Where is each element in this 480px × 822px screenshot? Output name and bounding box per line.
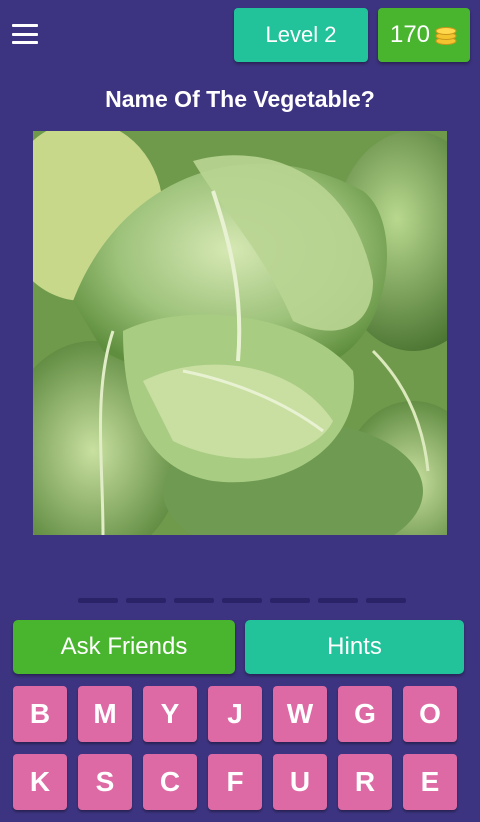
answer-slot[interactable] — [270, 598, 310, 603]
letter-key[interactable]: Y — [143, 686, 197, 742]
letter-key[interactable]: C — [143, 754, 197, 810]
letter-key[interactable]: K — [13, 754, 67, 810]
coin-stack-icon — [435, 27, 457, 45]
answer-slot[interactable] — [366, 598, 406, 603]
answer-slot[interactable] — [126, 598, 166, 603]
ask-friends-button[interactable]: Ask Friends — [13, 620, 235, 674]
question-title: Name Of The Vegetable? — [105, 86, 375, 112]
letter-key[interactable]: O — [403, 686, 457, 742]
letter-keyboard: BMYJWGO KSCFURE — [13, 686, 471, 810]
vegetable-image — [33, 131, 447, 535]
answer-slot[interactable] — [174, 598, 214, 603]
answer-slot[interactable] — [318, 598, 358, 603]
coins-badge[interactable]: 170 — [378, 8, 470, 62]
coins-count: 170 — [389, 21, 431, 48]
letter-key[interactable]: B — [13, 686, 67, 742]
menu-icon[interactable] — [8, 18, 42, 50]
hints-label: Hints — [327, 633, 382, 660]
answer-slot[interactable] — [78, 598, 118, 603]
level-label: Level 2 — [265, 22, 337, 47]
letter-key[interactable]: U — [273, 754, 327, 810]
letter-key[interactable]: E — [403, 754, 457, 810]
letter-key[interactable]: G — [338, 686, 392, 742]
hints-button[interactable]: Hints — [245, 620, 464, 674]
letter-key[interactable]: R — [338, 754, 392, 810]
level-badge: Level 2 — [234, 8, 368, 62]
letter-key[interactable]: W — [273, 686, 327, 742]
answer-slots[interactable] — [78, 598, 406, 603]
letter-key[interactable]: M — [78, 686, 132, 742]
letter-key[interactable]: F — [208, 754, 262, 810]
answer-slot[interactable] — [222, 598, 262, 603]
letter-key[interactable]: J — [208, 686, 262, 742]
ask-friends-label: Ask Friends — [60, 633, 188, 660]
letter-key[interactable]: S — [78, 754, 132, 810]
